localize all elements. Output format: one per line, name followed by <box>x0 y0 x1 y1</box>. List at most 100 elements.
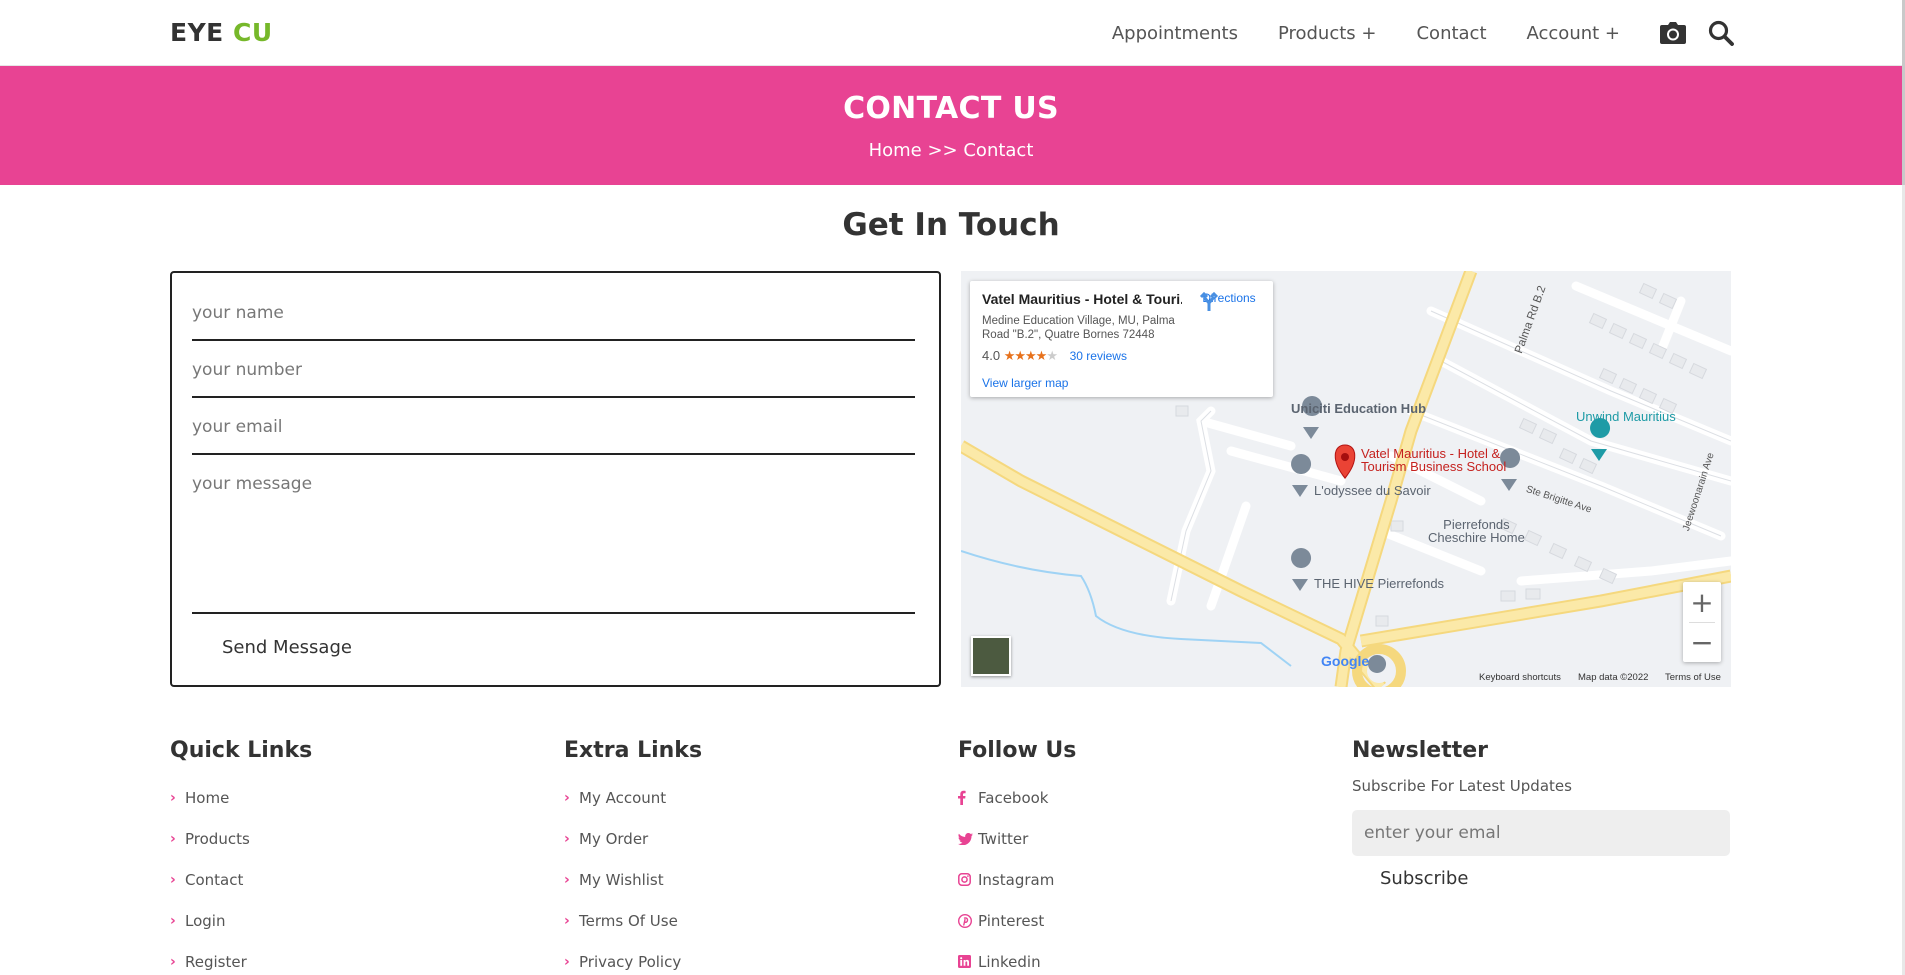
map-label-vatel[interactable]: Vatel Mauritius - Hotel & Tourism Busine… <box>1361 447 1506 473</box>
extra-links-title: Extra Links <box>564 738 703 763</box>
footer-newsletter: Newsletter Subscribe For Latest Updates … <box>1352 738 1732 889</box>
chevron-right-icon: › <box>564 871 570 888</box>
chevron-right-icon: › <box>170 871 176 888</box>
pinterest-icon <box>958 913 978 928</box>
link-label: Home <box>185 788 230 807</box>
reviews-link[interactable]: 30 reviews <box>1070 349 1127 363</box>
nav-account[interactable]: Account + <box>1527 23 1620 44</box>
satellite-toggle[interactable] <box>971 636 1011 676</box>
view-larger-map-link[interactable]: View larger map <box>982 376 1068 390</box>
embedded-map[interactable]: Vatel Mauritius - Hotel & Touri... Medin… <box>961 271 1731 687</box>
zoom-out-button[interactable]: − <box>1683 622 1721 662</box>
page-title: CONTACT US <box>843 91 1059 126</box>
footer-link-contact[interactable]: › Contact <box>170 859 500 900</box>
send-message-button[interactable]: Send Message <box>222 637 352 658</box>
link-label: Privacy Policy <box>579 952 682 971</box>
link-label: Login <box>185 911 226 930</box>
map-data-text: Map data ©2022 <box>1578 672 1649 683</box>
top-navbar: EYE CU Appointments Products + Contact A… <box>0 0 1902 66</box>
linkedin-icon <box>958 955 978 968</box>
newsletter-placeholder: enter your emal <box>1364 823 1501 843</box>
name-placeholder: your name <box>192 303 284 323</box>
logo[interactable]: EYE CU <box>170 18 273 47</box>
subscribe-button[interactable]: Subscribe <box>1380 868 1732 889</box>
chevron-right-icon: › <box>564 789 570 806</box>
newsletter-subtitle: Subscribe For Latest Updates <box>1352 777 1572 795</box>
link-label: Products <box>185 829 250 848</box>
chevron-right-icon: › <box>170 953 176 970</box>
quick-links-title: Quick Links <box>170 738 313 763</box>
footer-link-privacy[interactable]: › Privacy Policy <box>564 941 894 975</box>
star-icon: ★★★★ <box>1003 348 1048 363</box>
facebook-icon <box>958 790 978 805</box>
footer-link-home[interactable]: › Home <box>170 777 500 818</box>
map-label-uniciti[interactable]: Uniciti Education Hub <box>1291 401 1426 416</box>
nav-appointments[interactable]: Appointments <box>1112 23 1238 44</box>
breadcrumb: Home >> Contact <box>868 140 1034 161</box>
social-link-linkedin[interactable]: Linkedin <box>958 941 1288 975</box>
chevron-right-icon: › <box>170 830 176 847</box>
map-label-odyssee[interactable]: L'odyssee du Savoir <box>1314 483 1431 498</box>
email-placeholder: your email <box>192 417 283 437</box>
map-label-hive[interactable]: THE HIVE Pierrefonds <box>1314 576 1444 591</box>
chevron-right-icon: › <box>564 830 570 847</box>
place-info-card: Vatel Mauritius - Hotel & Touri... Medin… <box>970 281 1273 397</box>
footer-link-terms[interactable]: › Terms Of Use <box>564 900 894 941</box>
footer-link-my-order[interactable]: › My Order <box>564 818 894 859</box>
section-title: Get In Touch <box>842 207 1060 243</box>
place-address: Medine Education Village, MU, Palma Road… <box>982 315 1175 341</box>
link-label: My Account <box>579 788 667 807</box>
message-textarea[interactable]: your message <box>192 474 915 614</box>
footer-link-my-wishlist[interactable]: › My Wishlist <box>564 859 894 900</box>
search-icon[interactable] <box>1708 20 1734 46</box>
social-link-pinterest[interactable]: Pinterest <box>958 900 1288 941</box>
social-label: Twitter <box>978 829 1029 848</box>
camera-icon[interactable] <box>1660 20 1686 46</box>
footer-link-register[interactable]: › Register <box>170 941 500 975</box>
nav-contact[interactable]: Contact <box>1416 23 1486 44</box>
footer-follow-us: Follow Us Facebook Twitter Instagram Pin… <box>958 738 1288 975</box>
map-label-pierrefonds[interactable]: Pierrefonds Cheschire Home <box>1428 518 1525 544</box>
star-empty-icon: ★ <box>1046 348 1058 363</box>
page-banner: CONTACT US Home >> Contact <box>0 66 1902 185</box>
link-label: My Wishlist <box>579 870 664 889</box>
google-logo: Google <box>1321 653 1370 669</box>
map-terms-link[interactable]: Terms of Use <box>1665 672 1721 683</box>
follow-us-title: Follow Us <box>958 738 1077 763</box>
keyboard-shortcuts-link[interactable]: Keyboard shortcuts <box>1479 672 1561 683</box>
social-link-twitter[interactable]: Twitter <box>958 818 1288 859</box>
footer-quick-links: Quick Links › Home › Products › Contact › Lo… <box>170 738 500 975</box>
rating-value: 4.0 <box>982 348 1001 363</box>
link-label: My Order <box>579 829 649 848</box>
vatel-line2: Tourism Business School <box>1361 459 1507 474</box>
place-rating: 4.0 ★★★★★ 30 reviews <box>982 348 1127 364</box>
footer-link-login[interactable]: › Login <box>170 900 500 941</box>
map-label-unwind[interactable]: Unwind Mauritius <box>1576 409 1676 424</box>
nav-products[interactable]: Products + <box>1278 23 1377 44</box>
social-link-instagram[interactable]: Instagram <box>958 859 1288 900</box>
social-label: Facebook <box>978 788 1049 807</box>
contact-form: your name your number your email your me… <box>170 271 941 687</box>
name-input[interactable]: your name <box>192 303 915 341</box>
logo-main: EYE <box>170 18 224 47</box>
directions-icon <box>1199 291 1219 311</box>
logo-accent: CU <box>232 18 273 47</box>
newsletter-title: Newsletter <box>1352 738 1489 763</box>
twitter-icon <box>958 832 978 845</box>
main-nav: Appointments Products + Contact Account … <box>1072 0 1734 66</box>
email-input[interactable]: your email <box>192 417 915 455</box>
social-link-facebook[interactable]: Facebook <box>958 777 1288 818</box>
zoom-in-button[interactable]: + <box>1683 582 1721 622</box>
chevron-right-icon: › <box>564 953 570 970</box>
newsletter-email-input[interactable]: enter your emal <box>1352 810 1730 856</box>
social-label: Linkedin <box>978 952 1041 971</box>
footer-link-my-account[interactable]: › My Account <box>564 777 894 818</box>
footer-link-products[interactable]: › Products <box>170 818 500 859</box>
directions-button[interactable]: Directions <box>1198 291 1260 311</box>
message-placeholder: your message <box>192 474 313 494</box>
number-placeholder: your number <box>192 360 302 380</box>
number-input[interactable]: your number <box>192 360 915 398</box>
page: EYE CU Appointments Products + Contact A… <box>0 0 1905 975</box>
chevron-right-icon: › <box>564 912 570 929</box>
link-label: Register <box>185 952 247 971</box>
